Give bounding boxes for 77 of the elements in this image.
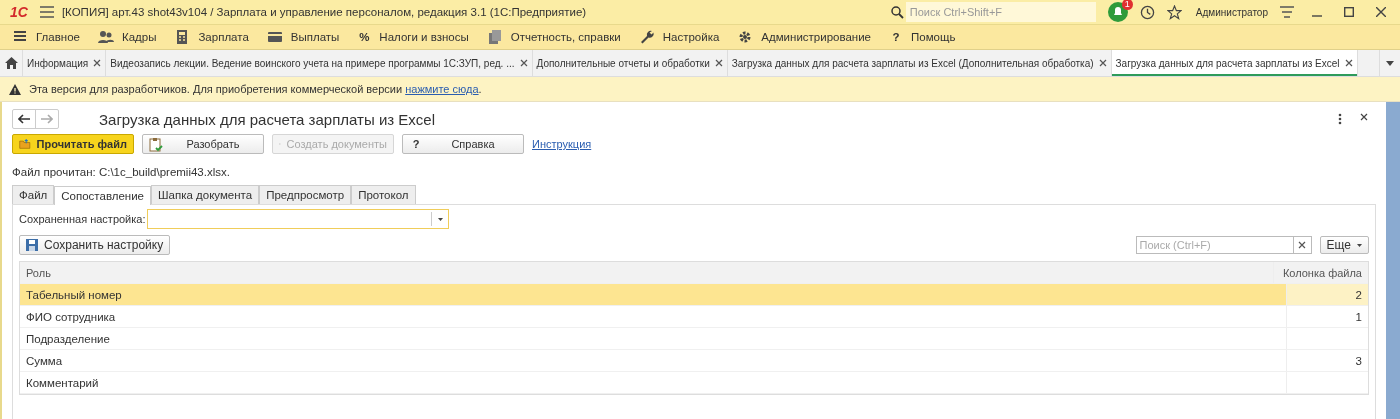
menu-item-icon [486,29,503,45]
form-tab[interactable]: Предпросмотр [259,185,352,204]
purchase-link[interactable]: нажмите сюда [405,83,479,95]
form-tab[interactable]: Шапка документа [151,185,260,204]
table-cell[interactable]: Подразделение [20,328,1286,349]
menu-item[interactable]: Выплаты [260,29,352,45]
tab-label: Загрузка данных для расчета зарплаты из Excel (Дополнительная обработка) [731,57,1094,69]
close-icon[interactable] [1376,7,1386,17]
settings-menu-icon[interactable] [1280,6,1294,18]
tab-label: Дополнительные отчеты и обработки [536,57,710,69]
menu-item[interactable]: Отчетность, справки [480,29,633,45]
table-cell[interactable]: Табельный номер [20,284,1286,305]
star-icon[interactable] [1166,4,1182,20]
user-name[interactable]: Администратор [1195,6,1268,18]
table-cell[interactable]: 2 [1286,284,1368,305]
folder-icon [19,137,31,151]
table-cell[interactable]: ФИО сотрудника [20,306,1286,327]
back-icon[interactable] [18,114,30,124]
tab-label: Видеозапись лекции. Ведение воинского учета на примере программы 1С:ЗУП, ред. ... [110,57,515,69]
form-tab[interactable]: Протокол [351,185,416,204]
close-icon[interactable] [1360,113,1368,121]
menu-item[interactable]: Настройка [632,29,732,45]
toolbar-button[interactable]: Прочитать файл [12,134,134,154]
dropdown-icon[interactable] [438,217,443,221]
form-tab[interactable]: Сопоставление [54,186,151,205]
instruction-link[interactable]: Инструкция [532,138,592,150]
search-icon [890,5,904,19]
status-text: Файл прочитан: C:\1c_build\premii43.xlsx. [12,166,231,178]
column-header[interactable]: Колонка файла [1273,262,1368,283]
caret-icon[interactable] [1386,60,1394,66]
menu-item[interactable]: Администрирование [731,29,883,45]
menu-item[interactable]: ? Помощь [883,31,968,43]
more-icon[interactable] [1338,113,1342,125]
close-icon[interactable] [1298,241,1307,249]
table-cell[interactable]: Сумма [20,350,1286,371]
app-logo: 1С [10,4,28,20]
more-button[interactable]: Еще [1319,236,1369,254]
open-tab[interactable]: Загрузка данных для расчета зарплаты из Excel [1111,50,1358,76]
menu-item[interactable]: Главное [6,29,92,45]
column-header[interactable]: Роль [20,262,1273,283]
toolbar-button[interactable]: ? Справка [402,134,524,154]
table-cell[interactable]: 3 [1286,350,1368,371]
table-cell[interactable]: Комментарий [20,372,1286,393]
clipboard-icon [149,136,163,152]
menu-item-icon [97,29,114,45]
tab-label: Загрузка данных для расчета зарплаты из Excel [1115,57,1340,69]
menu-item[interactable]: % Налоги и взносы [351,31,481,43]
save-icon [26,239,38,251]
notification-badge: 1 [1121,0,1133,10]
warning-icon [9,83,21,95]
table-search-field[interactable]: Поиск (Ctrl+F) [1135,236,1294,254]
table-cell[interactable]: 1 [1286,306,1368,327]
save-setting-button[interactable]: Сохранить настройку [19,235,171,255]
notification-icon[interactable] [1107,2,1128,22]
form-title: Загрузка данных для расчета зарплаты из Excel [99,110,435,128]
close-icon[interactable] [714,59,723,67]
home-icon[interactable] [4,57,18,69]
window-title: [КОПИЯ] арт.43 shot43v104 / Зарплата и управление персоналом, редакция 3.1 (1С:Предприятие) [61,6,587,18]
history-icon[interactable] [1139,4,1155,20]
close-icon[interactable] [519,59,528,67]
close-icon[interactable] [1344,59,1353,67]
form-tab[interactable]: Файл [12,185,55,204]
caret-icon [1357,243,1362,247]
warning-message: Эта версия для разработчиков. Для приобретения коммерческой версии нажмите сюда. [29,83,482,95]
menu-icon[interactable] [39,6,54,18]
menu-item[interactable]: Зарплата [168,29,261,45]
tab-label: Информация [27,57,89,69]
menu-item-icon [266,29,283,45]
menu-item[interactable]: Кадры [91,29,169,45]
navigation-buttons[interactable] [12,109,59,129]
saved-setting-field[interactable] [147,209,450,229]
close-icon[interactable] [93,59,102,67]
search-field[interactable]: Поиск Ctrl+Shift+F [905,2,1096,22]
maximize-icon[interactable] [1344,7,1354,17]
close-icon[interactable] [1098,59,1107,67]
toolbar-button[interactable]: Разобрать [142,134,264,154]
field-label: Сохраненная настройка: [19,213,146,225]
